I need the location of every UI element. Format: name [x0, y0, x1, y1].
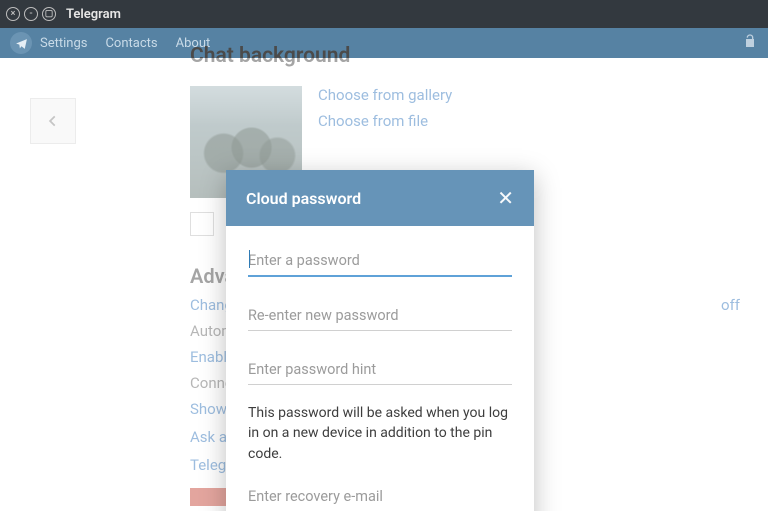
- window-maximize-icon[interactable]: ▢: [42, 7, 56, 21]
- text-caret: [249, 250, 250, 268]
- window-minimize-icon[interactable]: ‐: [24, 7, 38, 21]
- password-input[interactable]: [248, 246, 512, 277]
- window-title: Telegram: [66, 7, 121, 22]
- window-close-icon[interactable]: ×: [6, 7, 20, 21]
- lock-icon[interactable]: [742, 33, 758, 53]
- menu-contacts[interactable]: Contacts: [105, 36, 157, 51]
- dialog-title: Cloud password: [246, 189, 361, 208]
- recovery-email-input[interactable]: [248, 482, 512, 511]
- password-confirm-input[interactable]: [248, 301, 512, 331]
- telegram-logo-icon: [10, 32, 32, 54]
- password-field-wrapper: [248, 246, 512, 277]
- cloud-password-dialog: Cloud password ✕ This password will be a…: [226, 170, 534, 511]
- window-titlebar: × ‐ ▢ Telegram: [0, 0, 768, 28]
- menu-settings[interactable]: Settings: [40, 36, 87, 51]
- close-icon[interactable]: ✕: [497, 186, 514, 210]
- password-hint-input[interactable]: [248, 355, 512, 385]
- dialog-note: This password will be asked when you log…: [248, 403, 512, 464]
